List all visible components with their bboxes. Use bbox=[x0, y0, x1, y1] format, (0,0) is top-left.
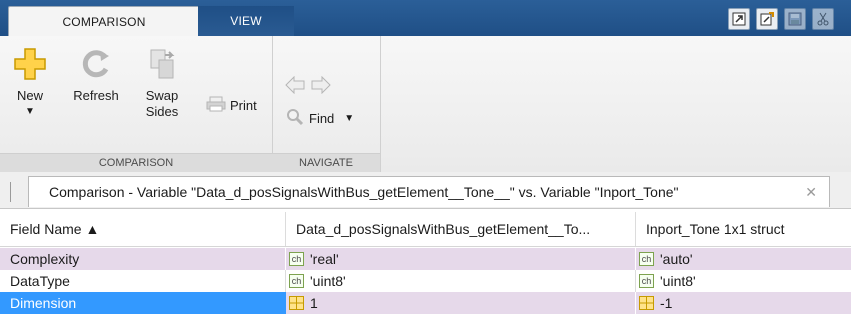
next-difference-icon[interactable] bbox=[310, 75, 332, 99]
refresh-label: Refresh bbox=[73, 88, 119, 103]
field-name-cell: Dimension bbox=[0, 292, 286, 314]
left-value-cell: 1 bbox=[286, 292, 636, 314]
restore-window-icon[interactable] bbox=[728, 8, 750, 30]
table-row[interactable]: Dimension 1 -1 bbox=[0, 292, 851, 314]
magnifier-icon bbox=[286, 108, 304, 129]
right-value-cell: ch 'auto' bbox=[636, 248, 851, 270]
refresh-button[interactable]: Refresh bbox=[66, 44, 126, 104]
field-name-cell: Complexity bbox=[0, 248, 286, 270]
table-row[interactable]: DataType ch 'uint8' ch 'uint8' bbox=[0, 270, 851, 292]
comparison-table-header: Field Name ▲ Data_d_posSignalsWithBus_ge… bbox=[0, 212, 851, 247]
left-value-cell: ch 'uint8' bbox=[286, 270, 636, 292]
column-header-right-variable[interactable]: Inport_Tone 1x1 struct bbox=[636, 212, 851, 246]
plus-icon bbox=[10, 44, 50, 84]
right-value-text: -1 bbox=[660, 295, 673, 311]
right-value-cell: -1 bbox=[636, 292, 851, 314]
table-row[interactable]: Complexity ch 'real' ch 'auto' bbox=[0, 248, 851, 270]
char-type-icon: ch bbox=[639, 274, 654, 288]
comparison-group: New ▼ Refresh Swap Sides Print COMPARISO… bbox=[0, 36, 273, 172]
chevron-down-icon: ▼ bbox=[344, 113, 355, 124]
comparison-group-title: COMPARISON bbox=[0, 153, 272, 172]
swap-icon bbox=[142, 44, 182, 84]
ribbon: New ▼ Refresh Swap Sides Print COMPARISO… bbox=[0, 36, 851, 173]
navigate-group: Find ▼ NAVIGATE bbox=[272, 36, 381, 172]
left-value-cell: ch 'real' bbox=[286, 248, 636, 270]
tab-view[interactable]: VIEW bbox=[198, 6, 294, 36]
document-tab-title: Comparison - Variable "Data_d_posSignals… bbox=[49, 184, 679, 200]
panel-grip bbox=[10, 182, 14, 202]
save-icon[interactable] bbox=[784, 8, 806, 30]
right-value-text: 'auto' bbox=[660, 251, 693, 267]
char-type-icon: ch bbox=[289, 274, 304, 288]
chevron-down-icon: ▼ bbox=[25, 106, 35, 117]
new-window-icon[interactable] bbox=[756, 8, 778, 30]
refresh-icon bbox=[76, 44, 116, 84]
left-value-text: 1 bbox=[310, 295, 318, 311]
field-name-cell: DataType bbox=[0, 270, 286, 292]
document-tab-strip: Comparison - Variable "Data_d_posSignals… bbox=[0, 172, 851, 209]
ribbon-tab-bar: COMPARISON VIEW bbox=[0, 0, 851, 37]
cut-icon[interactable] bbox=[812, 8, 834, 30]
right-value-text: 'uint8' bbox=[660, 273, 696, 289]
char-type-icon: ch bbox=[289, 252, 304, 266]
navigate-group-title: NAVIGATE bbox=[272, 153, 380, 172]
document-tab[interactable]: Comparison - Variable "Data_d_posSignals… bbox=[28, 176, 830, 207]
numeric-type-icon bbox=[639, 296, 654, 310]
right-value-cell: ch 'uint8' bbox=[636, 270, 851, 292]
print-button[interactable]: Print bbox=[206, 96, 257, 115]
column-header-left-variable[interactable]: Data_d_posSignalsWithBus_getElement__To.… bbox=[286, 212, 636, 246]
swap-label: Swap Sides bbox=[146, 88, 179, 120]
new-label: New bbox=[16, 88, 43, 103]
find-label: Find bbox=[309, 111, 335, 126]
swap-sides-button[interactable]: Swap Sides bbox=[134, 44, 190, 120]
find-button[interactable]: Find ▼ bbox=[286, 108, 354, 129]
print-label: Print bbox=[230, 98, 257, 113]
swap-label-line2: Sides bbox=[145, 104, 179, 119]
column-header-field-name[interactable]: Field Name ▲ bbox=[0, 212, 286, 246]
previous-difference-icon[interactable] bbox=[284, 75, 306, 99]
numeric-type-icon bbox=[289, 296, 304, 310]
tab-comparison[interactable]: COMPARISON bbox=[8, 6, 200, 37]
printer-icon bbox=[206, 96, 226, 115]
left-value-text: 'real' bbox=[310, 251, 339, 267]
swap-label-line1: Swap bbox=[145, 88, 179, 103]
close-icon[interactable]: ✕ bbox=[805, 184, 817, 201]
char-type-icon: ch bbox=[639, 252, 654, 266]
new-button[interactable]: New ▼ bbox=[8, 44, 52, 117]
left-value-text: 'uint8' bbox=[310, 273, 346, 289]
